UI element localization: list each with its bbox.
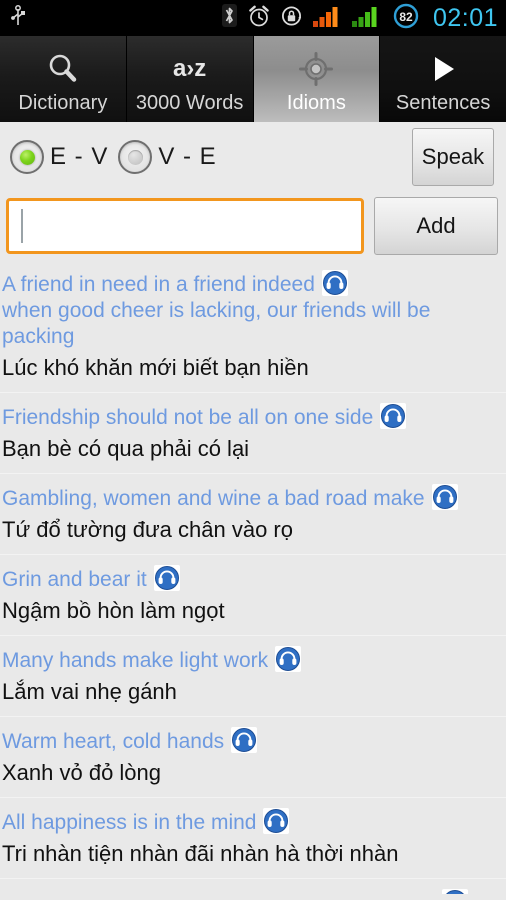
idiom-english-block: Many hands make light work (2, 646, 506, 674)
idiom-english-block: All happiness is in the mind (2, 808, 506, 836)
headphones-speaker-icon[interactable] (442, 889, 469, 894)
idiom-english-text: If you run after two hares you will catc… (2, 892, 435, 894)
tab-dictionary[interactable]: Dictionary (0, 36, 127, 122)
idiom-english-text: Friendship should not be all on one side (2, 406, 374, 429)
idiom-list-item[interactable]: Warm heart, cold hands Xanh vỏ đỏ lòng (0, 717, 506, 798)
idiom-english-text: Many hands make light work (2, 649, 269, 672)
idiom-vietnamese-text: Lắm vai nhẹ gánh (2, 679, 177, 704)
battery-level-text: 82 (399, 10, 413, 24)
idiom-list-item[interactable]: Gambling, women and wine a bad road make… (0, 474, 506, 555)
mode-row: E - V V - E Speak (0, 122, 506, 192)
headphones-speaker-icon[interactable] (231, 727, 258, 753)
headphones-speaker-icon[interactable] (153, 565, 180, 591)
idiom-english-block: If you run after two hares you will catc… (2, 889, 506, 894)
signal-bars-green-icon (351, 4, 382, 33)
idiom-vietnamese-text: Tri nhàn tiện nhàn đãi nhàn hà thời nhàn (2, 841, 399, 866)
idiom-list-item[interactable]: All happiness is in the mind Tri nhàn tiệ… (0, 798, 506, 879)
search-input[interactable] (23, 201, 353, 251)
radio-button-e-v[interactable] (10, 140, 44, 174)
idiom-english-block: Friendship should not be all on one side (2, 403, 506, 431)
signal-bars-orange-icon (312, 4, 343, 33)
idiom-vietnamese-text: Lúc khó khăn mới biết bạn hiền (2, 355, 309, 380)
add-button[interactable]: Add (374, 197, 498, 255)
bluetooth-icon (221, 3, 238, 33)
rotation-lock-icon (280, 4, 304, 33)
status-clock: 02:01 (432, 3, 498, 32)
controls-panel: E - V V - E Speak Add (0, 122, 506, 260)
tab-sentences-label: Sentences (395, 92, 491, 114)
tab-sentences[interactable]: Sentences (380, 36, 506, 122)
idiom-english-line: when good cheer is lacking, our friends … (2, 298, 502, 350)
a-to-z-icon-text: a›z (172, 55, 207, 82)
target-crosshair-icon (297, 49, 335, 89)
play-triangle-icon (424, 49, 462, 89)
radio-option-e-v[interactable]: E - V (10, 140, 118, 174)
idiom-english-text: Gambling, women and wine a bad road make (2, 487, 425, 510)
magnifier-icon (45, 49, 81, 89)
idiom-vietnamese-text: Bạn bè có qua phải có lại (2, 436, 250, 461)
headphones-speaker-icon[interactable] (321, 270, 348, 296)
idiom-list-item[interactable]: Many hands make light work Lắm vai nhẹ gá… (0, 636, 506, 717)
idiom-vietnamese-text: Xanh vỏ đỏ lòng (2, 760, 162, 785)
idiom-english-block: Grin and bear it (2, 565, 506, 593)
idiom-vietnamese-text: Ngậm bồ hòn làm ngọt (2, 598, 225, 623)
idiom-english-line: All happiness is in the mind (2, 808, 502, 836)
battery-icon: 82 (391, 2, 421, 35)
idiom-english-line: A friend in need in a friend indeed (2, 270, 502, 298)
radio-dot-unselected (127, 149, 143, 165)
a-to-z-icon: a›z (173, 49, 206, 89)
idiom-list-item[interactable]: A friend in need in a friend indeed when… (0, 260, 506, 393)
usb-icon (10, 4, 26, 32)
idiom-english-text: A friend in need in a friend indeed (2, 273, 315, 296)
idiom-english-line: Gambling, women and wine a bad road make (2, 484, 502, 512)
alarm-clock-icon (247, 4, 271, 33)
idiom-english-block: Gambling, women and wine a bad road make (2, 484, 506, 512)
idiom-english-text: when good cheer is lacking, our friends … (2, 299, 431, 348)
idiom-list-item[interactable]: Friendship should not be all on one side… (0, 393, 506, 474)
status-bar: 82 02:01 (0, 0, 506, 36)
headphones-speaker-icon[interactable] (275, 646, 302, 672)
idiom-english-line: Friendship should not be all on one side (2, 403, 502, 431)
radio-dot-selected (19, 149, 35, 165)
tab-bar: Dictionary a›z 3000 Words Idioms Sentenc… (0, 36, 506, 122)
tab-3000-words-label: 3000 Words (135, 92, 244, 114)
radio-button-v-e[interactable] (118, 140, 153, 174)
idiom-english-text: All happiness is in the mind (2, 811, 257, 834)
tab-3000-words[interactable]: a›z 3000 Words (126, 36, 254, 122)
idiom-list-item[interactable]: If you run after two hares you will catc… (0, 879, 506, 894)
app-root: 82 02:01 Dictionary a›z 3000 Words Idiom… (0, 0, 506, 900)
idiom-english-text: Grin and bear it (2, 568, 147, 591)
tab-idioms[interactable]: Idioms (253, 36, 381, 122)
idiom-english-block: Warm heart, cold hands (2, 727, 506, 755)
tab-dictionary-label: Dictionary (18, 92, 108, 114)
tab-idioms-label: Idioms (286, 92, 346, 114)
radio-option-v-e[interactable]: V - E (118, 140, 226, 174)
radio-label-v-e: V - E (158, 143, 217, 170)
search-input-wrapper[interactable] (6, 198, 364, 254)
speak-button[interactable]: Speak (412, 128, 494, 186)
search-row: Add (0, 192, 506, 260)
idiom-english-text: Warm heart, cold hands (2, 730, 225, 753)
idiom-english-line: Warm heart, cold hands (2, 727, 502, 755)
idiom-vietnamese-text: Tứ đổ tường đưa chân vào rọ (2, 517, 293, 542)
idiom-english-line: If you run after two hares you will catc… (2, 889, 502, 894)
idiom-list[interactable]: A friend in need in a friend indeed when… (0, 260, 506, 894)
radio-label-e-v: E - V (50, 143, 109, 170)
headphones-speaker-icon[interactable] (380, 403, 407, 429)
idiom-english-block: A friend in need in a friend indeed when… (2, 270, 506, 350)
idiom-english-line: Many hands make light work (2, 646, 502, 674)
headphones-speaker-icon[interactable] (431, 484, 458, 510)
idiom-english-line: Grin and bear it (2, 565, 502, 593)
translation-direction-radio-group: E - V V - E (10, 140, 227, 174)
idiom-list-item[interactable]: Grin and bear it Ngậm bồ hòn làm ngọt (0, 555, 506, 636)
headphones-speaker-icon[interactable] (263, 808, 290, 834)
